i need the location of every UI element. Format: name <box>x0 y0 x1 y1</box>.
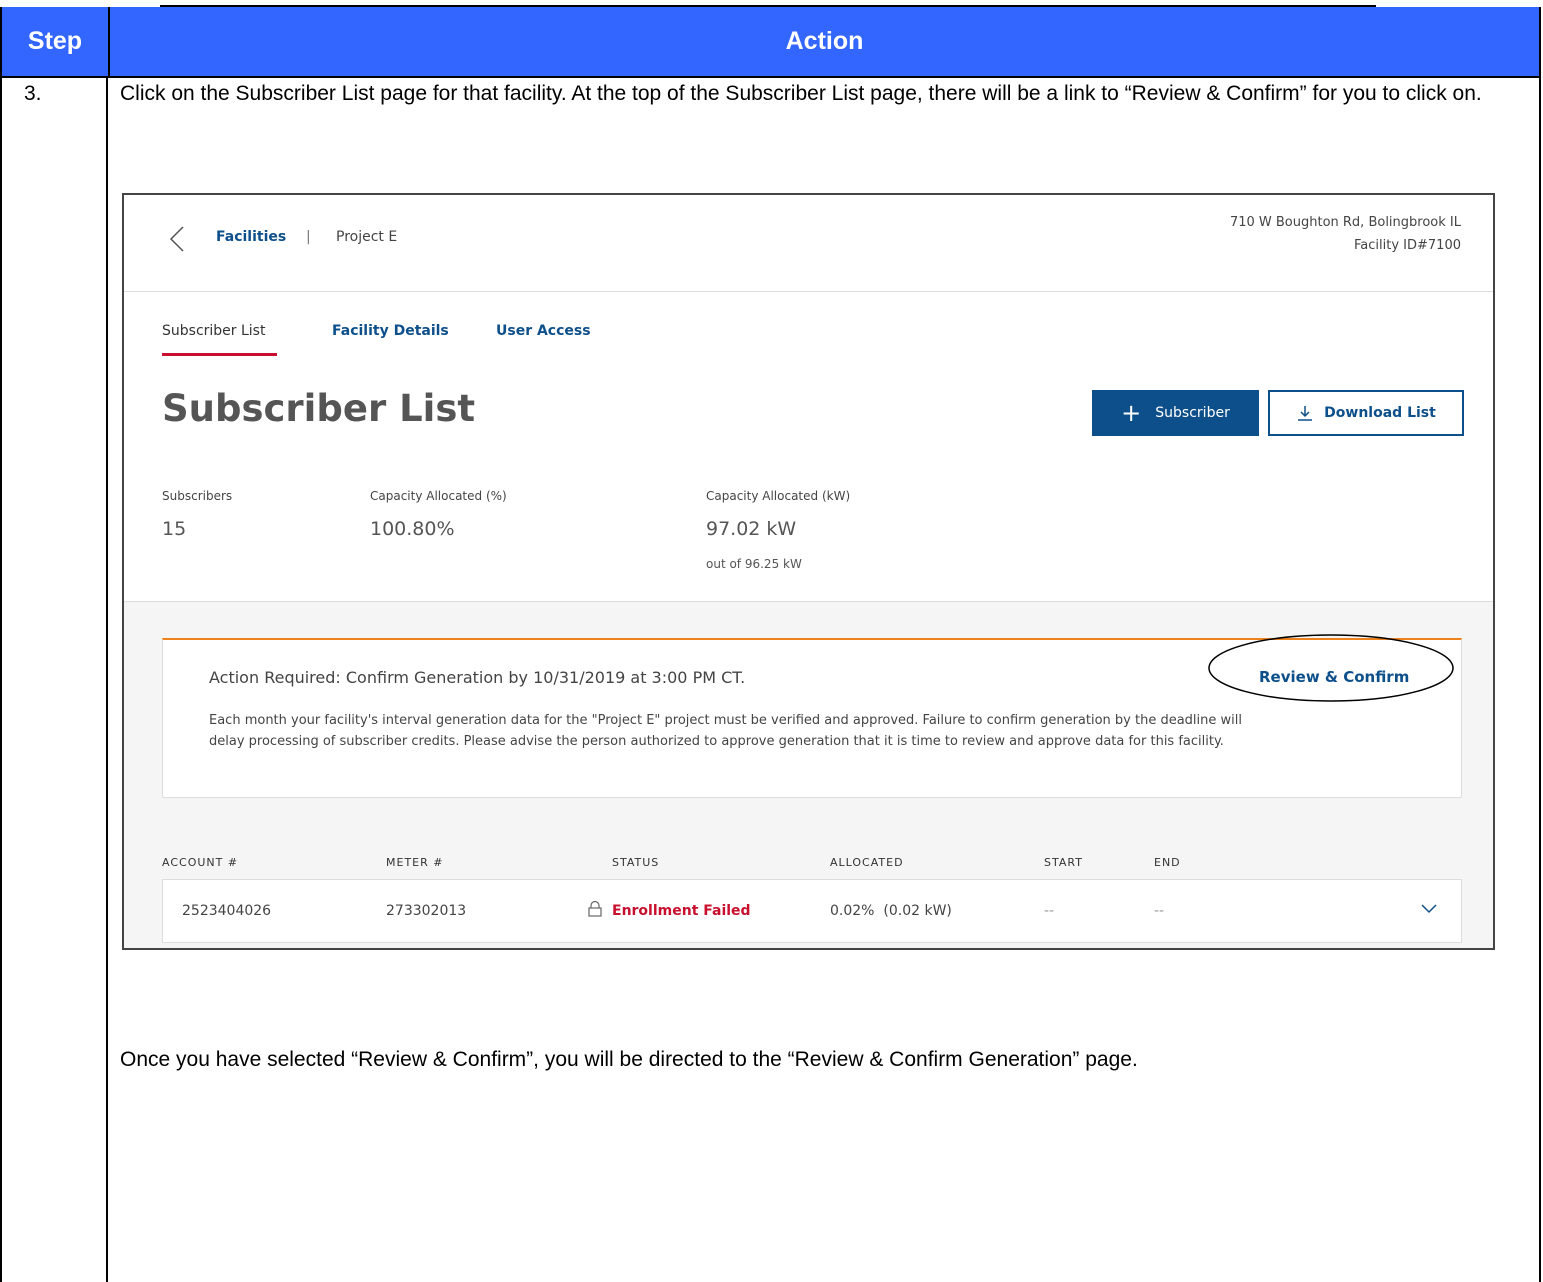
procedure-table: Step Action 3. Click on the Subscriber L… <box>0 7 1541 1282</box>
column-header-meter: METER # <box>386 856 444 869</box>
review-confirm-link[interactable]: Review & Confirm <box>1259 668 1409 686</box>
download-icon <box>1298 406 1313 421</box>
alert-body: Each month your facility's interval gene… <box>209 713 1242 749</box>
facility-id: Facility ID#7100 <box>1354 238 1461 253</box>
header-step: Step <box>2 7 108 76</box>
back-chevron-icon[interactable] <box>168 225 186 253</box>
step-instruction: Click on the Subscriber List page for th… <box>120 82 1482 105</box>
active-tab-indicator <box>162 353 277 356</box>
cell-start: -- <box>1044 903 1055 919</box>
tab-user-access[interactable]: User Access <box>496 323 591 339</box>
tab-subscriber-list[interactable]: Subscriber List <box>162 323 265 339</box>
column-header-start: START <box>1044 856 1083 869</box>
breadcrumb-facilities-link[interactable]: Facilities <box>216 229 286 245</box>
download-list-label: Download List <box>1324 405 1436 421</box>
embedded-screenshot: Facilities | Project E 710 W Boughton Rd… <box>122 193 1495 950</box>
table-row[interactable] <box>162 879 1462 943</box>
alert-title: Action Required: Confirm Generation by 1… <box>209 668 746 687</box>
tab-facility-details[interactable]: Facility Details <box>332 323 449 339</box>
cell-end: -- <box>1154 903 1165 919</box>
plus-icon: + <box>1121 399 1142 427</box>
chevron-down-icon[interactable] <box>1420 903 1438 915</box>
cell-meter: 273302013 <box>386 903 467 919</box>
stat-value-capacity-percent: 100.80% <box>370 518 455 540</box>
column-header-allocated: ALLOCATED <box>830 856 904 869</box>
stat-label-capacity-percent: Capacity Allocated (%) <box>370 489 507 503</box>
facility-address: 710 W Boughton Rd, Bolingbrook IL <box>1229 215 1461 230</box>
cell-allocated: 0.02% (0.02 kW) <box>830 903 952 919</box>
stat-value-capacity-kw: 97.02 kW <box>706 518 797 540</box>
stat-sub-capacity-total: out of 96.25 kW <box>706 557 802 571</box>
column-header-account: ACCOUNT # <box>162 856 239 869</box>
stat-label-subscribers: Subscribers <box>162 489 233 503</box>
cell-account: 2523404026 <box>182 903 272 919</box>
download-list-button[interactable]: Download List <box>1268 390 1464 436</box>
stat-label-capacity-kw: Capacity Allocated (kW) <box>706 489 851 503</box>
header-action: Action <box>108 7 1539 76</box>
add-subscriber-label: Subscriber <box>1155 405 1230 421</box>
header-divider <box>124 291 1493 292</box>
stat-value-subscribers: 15 <box>162 518 187 540</box>
column-header-end: END <box>1154 856 1181 869</box>
action-required-alert: Action Required: Confirm Generation by 1… <box>162 634 1462 798</box>
facility-info: 710 W Boughton Rd, Bolingbrook IL Facili… <box>1230 211 1461 257</box>
page-title: Subscriber List <box>162 387 476 430</box>
step-note: Once you have selected “Review & Confirm… <box>120 1048 1138 1071</box>
column-divider <box>106 76 108 1282</box>
breadcrumb-project: Project E <box>336 229 398 245</box>
add-subscriber-button[interactable]: + Subscriber <box>1092 390 1259 436</box>
lock-icon <box>588 901 602 917</box>
breadcrumb-separator: | <box>306 229 311 245</box>
column-header-status: STATUS <box>612 856 660 869</box>
cell-status: Enrollment Failed <box>612 903 751 919</box>
step-number: 3. <box>24 82 42 105</box>
